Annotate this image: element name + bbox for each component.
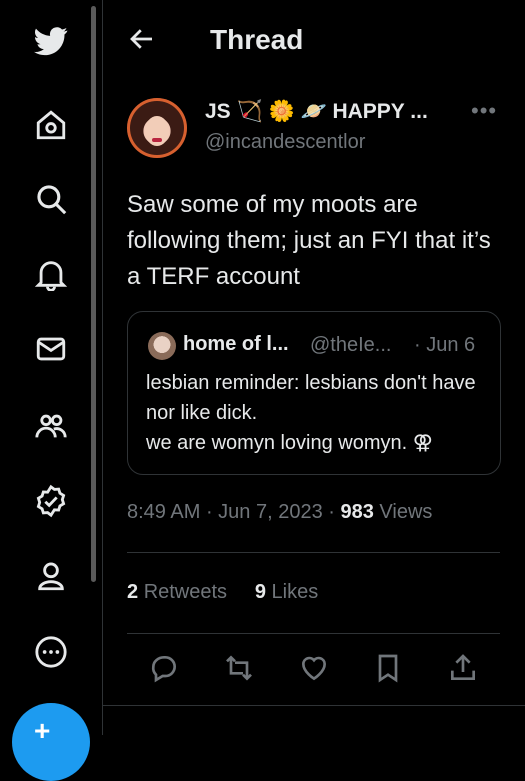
retweet-button[interactable] — [223, 652, 255, 684]
author-avatar[interactable] — [127, 98, 187, 158]
share-button[interactable] — [447, 652, 479, 684]
author-handle[interactable]: @incandescentlor — [205, 131, 365, 154]
thread-header — [103, 0, 525, 80]
retweets-label: Retweets — [143, 581, 228, 603]
notifications-icon[interactable] — [30, 253, 72, 295]
engagement-counts: 2 Retweets 9 Likes — [127, 581, 318, 604]
reply-button[interactable] — [148, 652, 180, 684]
home-icon[interactable] — [30, 104, 72, 146]
retweet-icon — [226, 655, 252, 681]
views-count: 983 — [340, 501, 374, 523]
profile-icon[interactable] — [30, 555, 72, 597]
reply-icon — [151, 656, 176, 683]
share-icon — [451, 654, 475, 680]
retweets-count: 2 — [127, 581, 139, 603]
divider — [127, 552, 500, 553]
messages-icon[interactable] — [30, 328, 72, 370]
more-options-icon[interactable]: ••• — [471, 98, 497, 124]
verified-icon[interactable] — [30, 480, 72, 522]
divider — [127, 633, 500, 634]
heart-icon — [301, 656, 327, 681]
like-button[interactable] — [298, 652, 330, 684]
column-divider — [102, 0, 103, 735]
search-icon[interactable] — [30, 178, 72, 220]
likes-stat[interactable]: 9 Likes — [255, 581, 318, 603]
tweet-meta: 8:49 AM · Jun 7, 2023 · 983 Views — [127, 501, 433, 523]
communities-icon[interactable] — [30, 405, 72, 447]
quoted-text-line: we are womyn loving womyn. ⚢ — [146, 432, 433, 454]
retweets-stat[interactable]: 2 Retweets — [127, 581, 227, 603]
sidebar: + — [0, 0, 100, 781]
bookmark-button[interactable] — [372, 652, 404, 684]
quoted-text-line: lesbian reminder: lesbians don't have no… — [146, 372, 476, 424]
likes-label: Likes — [271, 581, 319, 603]
back-arrow-icon — [130, 29, 152, 49]
likes-count: 9 — [254, 581, 266, 603]
quoted-date: · Jun 6 — [414, 334, 476, 356]
quoted-handle: @theIe... — [310, 334, 392, 356]
quoted-avatar — [148, 332, 176, 360]
views-label: Views — [379, 501, 433, 523]
twitter-logo-icon[interactable] — [30, 20, 72, 62]
sidebar-scrollbar[interactable] — [91, 6, 96, 582]
back-button[interactable] — [127, 24, 157, 54]
quoted-tweet[interactable]: home of l... @theIe... · Jun 6 lesbian r… — [127, 311, 501, 475]
quoted-text: lesbian reminder: lesbians don't have no… — [146, 368, 486, 458]
tweet-text: Saw some of my moots are following them;… — [127, 191, 491, 290]
quoted-display-name: home of l... — [183, 333, 289, 355]
bookmark-icon — [378, 654, 398, 683]
compose-button[interactable]: + — [12, 703, 90, 781]
divider — [103, 705, 525, 706]
tweet-date[interactable]: Jun 7, 2023 — [218, 501, 323, 523]
compose-icon: + — [34, 715, 51, 746]
page-title: Thread — [210, 24, 304, 55]
tweet-time[interactable]: 8:49 AM — [127, 501, 200, 523]
more-icon[interactable] — [30, 631, 72, 673]
author-display-name[interactable]: JS 🏹 🌼 🪐 HAPPY ... — [205, 100, 428, 124]
